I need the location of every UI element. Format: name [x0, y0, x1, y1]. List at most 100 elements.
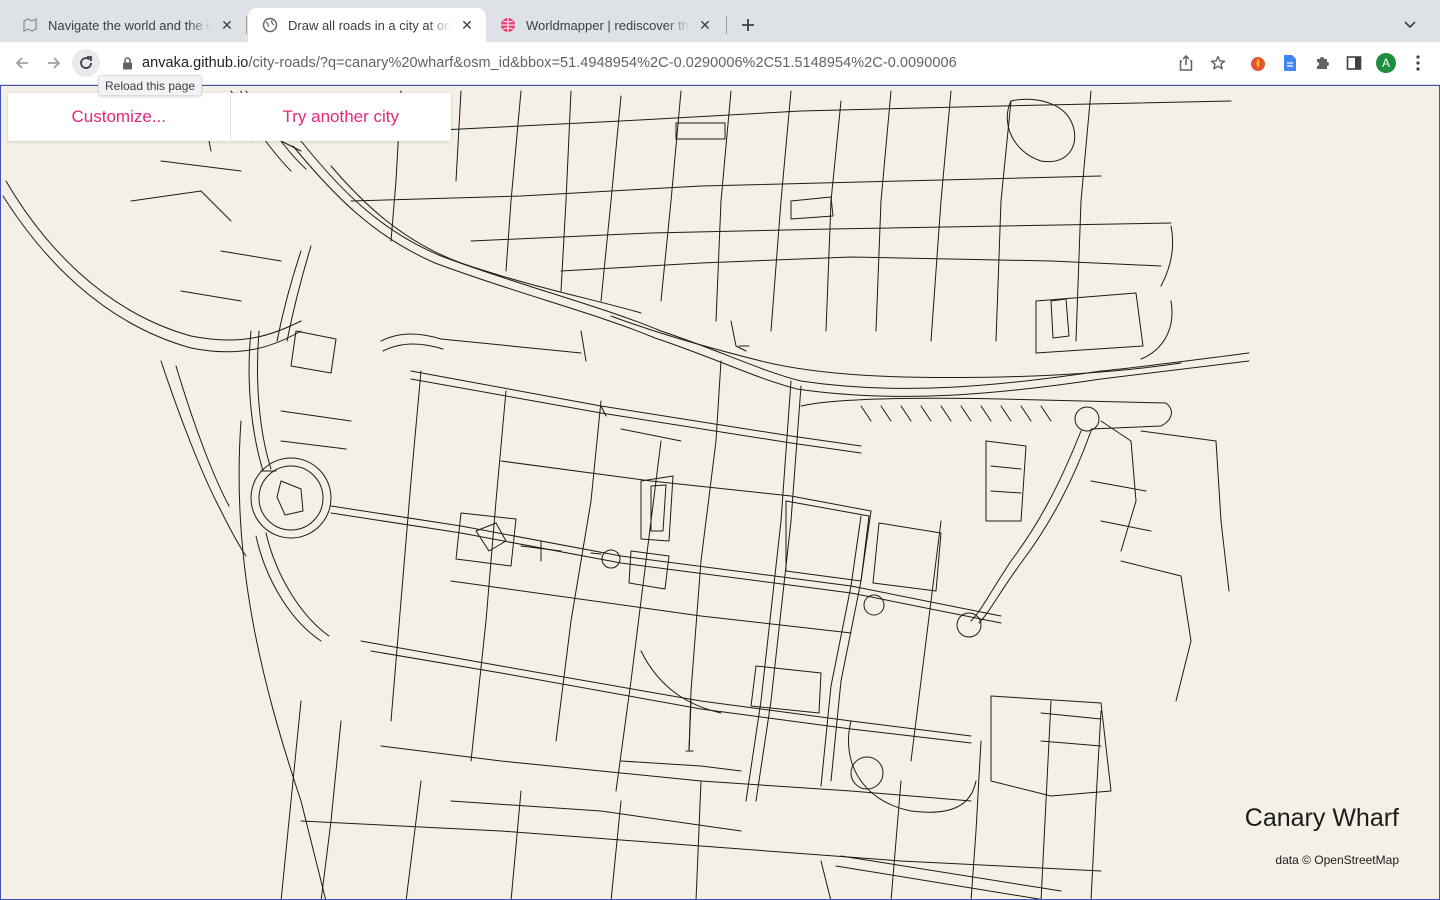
grid-east-blocks [985, 440, 1027, 522]
road-connector-1 [380, 333, 582, 354]
block-quay-7 [872, 522, 942, 592]
block-quay-6 [785, 500, 870, 582]
tab-navigate[interactable]: Navigate the world and the city ✕ [8, 8, 246, 42]
map-viewport[interactable]: Customize... Try another city Canary Wha… [0, 85, 1440, 900]
tab-title: Navigate the world and the city [48, 17, 212, 33]
roads-layer [2, 90, 1250, 899]
new-tab-button[interactable] [735, 12, 761, 38]
arrow-right-icon [48, 57, 61, 69]
back-button[interactable] [8, 49, 36, 77]
road-west-side [160, 360, 247, 557]
road-connector-9 [620, 760, 742, 772]
address-bar[interactable]: anvaka.github.io/city-roads/?q=canary%20… [108, 47, 1236, 79]
road-connector-2 [580, 330, 682, 442]
road-connector-7 [520, 540, 602, 562]
worldmapper-globe-icon [500, 17, 516, 33]
road-avenue-8 [450, 580, 852, 634]
roundabout-inner [258, 465, 324, 531]
block-quay-1 [455, 512, 517, 567]
extension-doc-icon[interactable] [1280, 53, 1300, 73]
browser-toolbar: anvaka.github.io/city-roads/?q=canary%20… [0, 42, 1440, 85]
more-menu-icon[interactable] [1410, 53, 1426, 73]
road-avenue-5 [410, 370, 862, 447]
bookmark-star-icon[interactable] [1210, 55, 1226, 71]
tab-city-roads[interactable]: Draw all roads in a city at once ✕ [248, 8, 486, 42]
block-west-1 [290, 330, 337, 374]
extensions-puzzle-icon[interactable] [1312, 53, 1332, 73]
road-avenue-2 [330, 512, 1002, 624]
roundabout-east [1074, 406, 1100, 432]
url-path: /city-roads/?q=canary%20wharf&osm_id&bbo… [248, 55, 957, 71]
road-main-d [330, 165, 642, 314]
url-host: anvaka.github.io [142, 55, 249, 71]
road-connector-3 [730, 320, 750, 352]
road-main-a [300, 140, 1250, 389]
arrow-left-icon [15, 57, 28, 69]
extension-flame-icon[interactable] [1248, 53, 1268, 73]
forward-button[interactable] [40, 49, 68, 77]
road-avenue-7 [500, 460, 872, 512]
road-ns-7 [470, 390, 507, 762]
url-text: anvaka.github.io/city-roads/?q=canary%20… [142, 55, 957, 71]
road-ns-1 [745, 380, 792, 802]
customize-button[interactable]: Customize... [8, 93, 230, 141]
tab-title: Draw all roads in a city at once [288, 17, 452, 33]
road-ramp-3 [276, 245, 312, 342]
grid-east [1090, 420, 1230, 702]
grid-north-blocks [675, 122, 1144, 354]
grid-north-circle-plot [1006, 98, 1076, 163]
tab-search-button[interactable] [1398, 12, 1422, 38]
road-network-map[interactable] [1, 86, 1440, 900]
reload-tooltip: Reload this page [98, 75, 203, 96]
roundabout-core [276, 480, 304, 516]
plus-icon [742, 19, 754, 31]
road-ns-2 [755, 385, 802, 802]
road-ns-10 [910, 520, 942, 762]
road-avenue-3 [360, 640, 972, 737]
close-tab-icon[interactable]: ✕ [218, 16, 236, 34]
road-connector-4 [1140, 300, 1173, 360]
map-controls: Customize... Try another city [8, 93, 451, 141]
tab-strip: Navigate the world and the city ✕ Draw a… [0, 0, 1440, 42]
close-tab-icon[interactable]: ✕ [458, 16, 476, 34]
road-avenue-1 [330, 505, 1002, 617]
road-avenue-6 [410, 378, 862, 454]
road-ns-8 [390, 370, 422, 722]
road-ramp-2 [255, 532, 330, 642]
road-connector-8 [640, 650, 722, 714]
road-main-c [610, 315, 1182, 379]
road-west-a [5, 180, 302, 341]
grid-north-verticals [390, 90, 1092, 342]
road-west-riverside [238, 420, 327, 899]
tab-separator [726, 16, 727, 34]
road-connector-6 [685, 700, 694, 752]
map-favicon-icon [22, 17, 38, 33]
globe-icon [262, 17, 278, 33]
city-name-label: Canary Wharf [1244, 804, 1399, 832]
road-avenue-4 [370, 650, 972, 744]
road-connector-5 [1160, 225, 1174, 287]
grid-north-small-block [1050, 298, 1070, 339]
road-west-b [2, 195, 302, 353]
tab-separator [246, 16, 247, 34]
tab-worldmapper[interactable]: Worldmapper | rediscover the world ✕ [486, 8, 724, 42]
close-tab-icon[interactable]: ✕ [696, 16, 714, 34]
block-quay-4 [650, 484, 667, 532]
map-attribution: data © OpenStreetMap [1275, 853, 1399, 867]
block-quay-8 [750, 665, 822, 714]
road-main-b [292, 145, 1250, 397]
grid-south-horizontals [300, 745, 1102, 872]
grid-north-horizontals [350, 100, 1232, 272]
try-another-city-button[interactable]: Try another city [229, 93, 452, 141]
tab-title: Worldmapper | rediscover the world [526, 17, 690, 33]
lock-icon[interactable] [120, 56, 134, 70]
road-east-parking [860, 405, 1052, 422]
share-icon[interactable] [1178, 55, 1194, 71]
road-ns-4 [820, 515, 862, 787]
profile-avatar[interactable]: A [1376, 53, 1396, 73]
block-quay-5 [628, 550, 670, 590]
road-ns-5 [615, 440, 662, 792]
side-panel-icon[interactable] [1344, 53, 1364, 73]
reload-button[interactable] [72, 49, 100, 77]
reload-icon [80, 56, 92, 69]
